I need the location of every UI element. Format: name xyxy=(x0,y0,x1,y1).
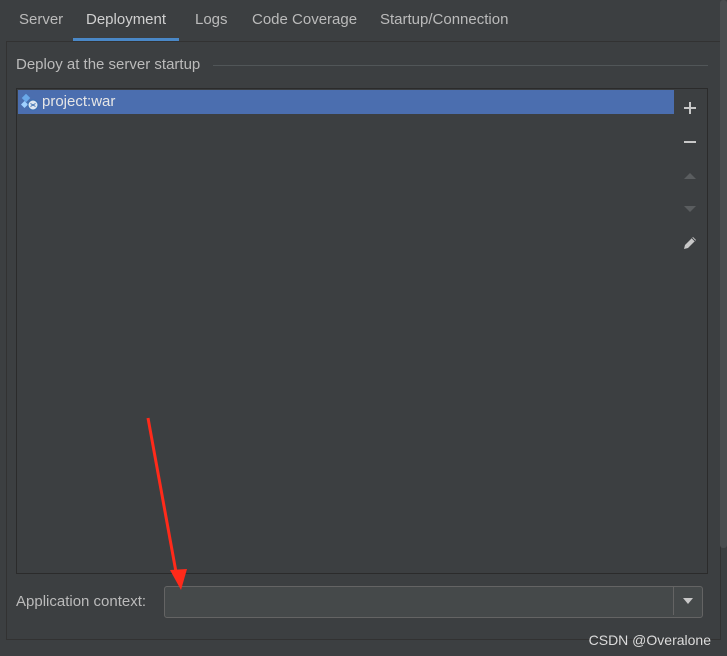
chevron-down-icon[interactable] xyxy=(674,587,702,615)
list-toolbar xyxy=(674,88,708,574)
tab-code-coverage[interactable]: Code Coverage xyxy=(252,0,357,40)
tab-logs[interactable]: Logs xyxy=(195,0,228,40)
tab-bar: Server Deployment Logs Code Coverage Sta… xyxy=(0,0,727,41)
tab-startup-connection[interactable]: Startup/Connection xyxy=(380,0,508,40)
remove-icon[interactable] xyxy=(679,131,701,153)
add-icon[interactable] xyxy=(679,97,701,119)
tab-deployment[interactable]: Deployment xyxy=(72,0,180,41)
section-divider xyxy=(213,65,708,66)
list-item-label: project:war xyxy=(42,93,116,110)
application-context-input[interactable] xyxy=(165,587,670,615)
scrollbar[interactable] xyxy=(720,0,727,548)
tab-server[interactable]: Server xyxy=(19,0,63,40)
move-up-icon[interactable] xyxy=(679,165,701,187)
deployment-list[interactable]: project:war xyxy=(16,88,676,574)
edit-icon[interactable] xyxy=(679,232,701,254)
watermark: CSDN @Overalone xyxy=(588,632,711,648)
section-title: Deploy at the server startup xyxy=(16,56,201,73)
list-item[interactable]: project:war xyxy=(18,90,675,114)
war-artifact-icon xyxy=(21,94,39,111)
deployment-panel: Deploy at the server startup project:war xyxy=(6,41,721,640)
application-context-combo[interactable] xyxy=(164,586,703,618)
move-down-icon[interactable] xyxy=(679,198,701,220)
application-context-label: Application context: xyxy=(16,593,147,610)
